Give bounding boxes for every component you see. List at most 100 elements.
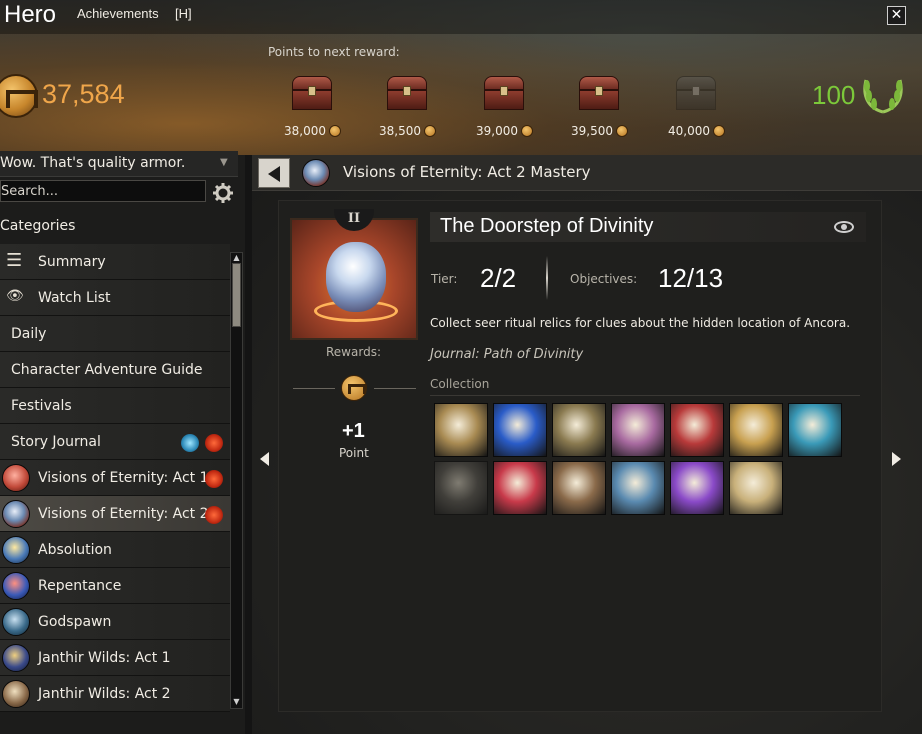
blue-orb-icon[interactable] xyxy=(493,403,547,457)
sidebar-item-watch-list[interactable]: 👁 Watch List xyxy=(0,280,230,316)
achievement-point-icon xyxy=(329,125,341,137)
sidebar-item-festivals[interactable]: Festivals xyxy=(0,388,230,424)
stat-divider xyxy=(546,256,548,300)
red-achievement-flag-icon xyxy=(205,434,223,452)
achievement-point-icon xyxy=(713,125,725,137)
sidebar-item-label: Visions of Eternity: Act 2 xyxy=(38,506,209,522)
red-achievement-flag-icon xyxy=(205,506,223,524)
reward-threshold-value: 39,500 xyxy=(571,124,613,138)
reward-unit: Point xyxy=(339,446,369,460)
blue-achievement-flag-icon xyxy=(181,434,199,452)
sidebar-item-label: Repentance xyxy=(38,578,122,594)
rolled-scroll-icon[interactable] xyxy=(611,461,665,515)
achievement-points-total: 37,584 xyxy=(42,79,125,109)
sidebar-item-janthir-wilds-act-2[interactable]: Janthir Wilds: Act 2 xyxy=(0,676,230,712)
eye-icon: 👁 xyxy=(6,288,24,304)
janthir-act2-icon xyxy=(2,680,30,708)
mastery-points-count: 100 xyxy=(812,80,856,110)
scroll-up-arrow-icon[interactable]: ▲ xyxy=(231,253,242,263)
faded-tablet-icon[interactable] xyxy=(434,461,488,515)
next-achievement-arrow-icon[interactable] xyxy=(892,452,901,466)
scroll-down-arrow-icon[interactable]: ▼ xyxy=(231,697,242,707)
points-to-next-reward-label: Points to next reward: xyxy=(268,45,400,59)
sidebar-item-summary[interactable]: ☰ Summary xyxy=(0,244,230,280)
chest-lock xyxy=(692,86,700,96)
sidebar-item-label: Godspawn xyxy=(38,614,112,630)
sidebar-item-godspawn[interactable]: Godspawn xyxy=(0,604,230,640)
objectives-value: 12/13 xyxy=(658,263,724,293)
rewards-label: Rewards: xyxy=(326,345,381,359)
sidebar-item-visions-of-eternity-act-2[interactable]: Visions of Eternity: Act 2 xyxy=(0,496,230,532)
reward-threshold-value: 38,000 xyxy=(284,124,326,138)
previous-achievement-arrow-icon[interactable] xyxy=(260,452,269,466)
sidebar-item-label: Absolution xyxy=(38,542,112,558)
category-scrollbar[interactable]: ▲ ▼ xyxy=(230,252,243,709)
sidebar-item-repentance[interactable]: Repentance xyxy=(0,568,230,604)
achievement-description: Collect seer ritual relics for clues abo… xyxy=(430,316,851,330)
search-input[interactable] xyxy=(0,180,206,202)
journal-link[interactable]: Journal: Path of Divinity xyxy=(430,347,583,362)
close-button[interactable]: ✕ xyxy=(887,6,906,25)
hotkey-hint: [H] xyxy=(175,6,192,21)
sidebar-item-absolution[interactable]: Absolution xyxy=(0,532,230,568)
sidebar-item-label: Visions of Eternity: Act 1 xyxy=(38,470,209,486)
voe-act2-icon xyxy=(302,159,330,187)
reward-threshold-value: 40,000 xyxy=(668,124,710,138)
title-select[interactable]: Wow. That's quality armor. ▼ xyxy=(0,151,238,177)
potion-vial-icon[interactable] xyxy=(670,461,724,515)
voe-act2-icon xyxy=(2,500,30,528)
chevron-down-icon: ▼ xyxy=(220,157,228,168)
sidebar-item-character-adventure-guide[interactable]: Character Adventure Guide xyxy=(0,352,230,388)
achievement-point-icon xyxy=(341,375,367,401)
sidebar-item-label: Janthir Wilds: Act 2 xyxy=(38,686,171,702)
objectives-label: Objectives: xyxy=(570,272,638,286)
golden-bowl-icon[interactable] xyxy=(729,403,783,457)
achievement-point-icon xyxy=(424,125,436,137)
watch-eye-icon[interactable] xyxy=(834,221,854,233)
sidebar-item-daily[interactable]: Daily xyxy=(0,316,230,352)
breadcrumb-title: Visions of Eternity: Act 2 Mastery xyxy=(343,163,591,181)
red-helm-icon[interactable] xyxy=(670,403,724,457)
reward-chest-icon[interactable] xyxy=(385,76,429,112)
sidebar-item-janthir-wilds-act-1[interactable]: Janthir Wilds: Act 1 xyxy=(0,640,230,676)
collection-label: Collection xyxy=(430,377,490,391)
reward-threshold: 40,000 xyxy=(668,124,725,138)
sidebar-item-label: Character Adventure Guide xyxy=(11,362,203,378)
tier-value: 2/2 xyxy=(480,263,517,293)
stone-relic-icon[interactable] xyxy=(552,403,606,457)
sidebar-item-label: Watch List xyxy=(38,290,111,306)
reward-chest-icon[interactable] xyxy=(674,76,718,112)
chest-lock xyxy=(308,86,316,96)
sidebar-item-story-journal[interactable]: Story Journal xyxy=(0,424,230,460)
sidebar-item-label: Festivals xyxy=(11,398,72,414)
absolution-icon xyxy=(2,536,30,564)
title-select-value: Wow. That's quality armor. xyxy=(0,155,186,171)
pink-shell-icon[interactable] xyxy=(611,403,665,457)
sidebar-item-label: Janthir Wilds: Act 1 xyxy=(38,650,171,666)
reward-chest-icon[interactable] xyxy=(482,76,526,112)
leather-pouch-icon[interactable] xyxy=(552,461,606,515)
reward-chest-icon[interactable] xyxy=(290,76,334,112)
back-button[interactable] xyxy=(258,158,290,188)
reward-threshold: 39,000 xyxy=(476,124,533,138)
parchment-note-icon[interactable] xyxy=(729,461,783,515)
scroll-map-icon[interactable] xyxy=(434,403,488,457)
collection-divider xyxy=(430,395,860,396)
godspawn-icon xyxy=(2,608,30,636)
sidebar-item-visions-of-eternity-act-1[interactable]: Visions of Eternity: Act 1 xyxy=(0,460,230,496)
seer-orb xyxy=(326,242,386,312)
teal-book-icon[interactable] xyxy=(788,403,842,457)
tab-achievements[interactable]: Achievements xyxy=(77,6,159,21)
reward-threshold-value: 38,500 xyxy=(379,124,421,138)
reward-chest-icon[interactable] xyxy=(577,76,621,112)
window-title: Hero xyxy=(4,1,57,28)
crimson-ring-icon[interactable] xyxy=(493,461,547,515)
reward-threshold-value: 39,000 xyxy=(476,124,518,138)
scroll-thumb[interactable] xyxy=(232,263,241,327)
reward-divider-right xyxy=(374,388,416,389)
achievement-point-icon xyxy=(616,125,628,137)
gear-icon[interactable] xyxy=(212,182,234,204)
reward-divider-left xyxy=(293,388,335,389)
reward-threshold: 38,000 xyxy=(284,124,341,138)
sidebar-item-label: Daily xyxy=(11,326,47,342)
